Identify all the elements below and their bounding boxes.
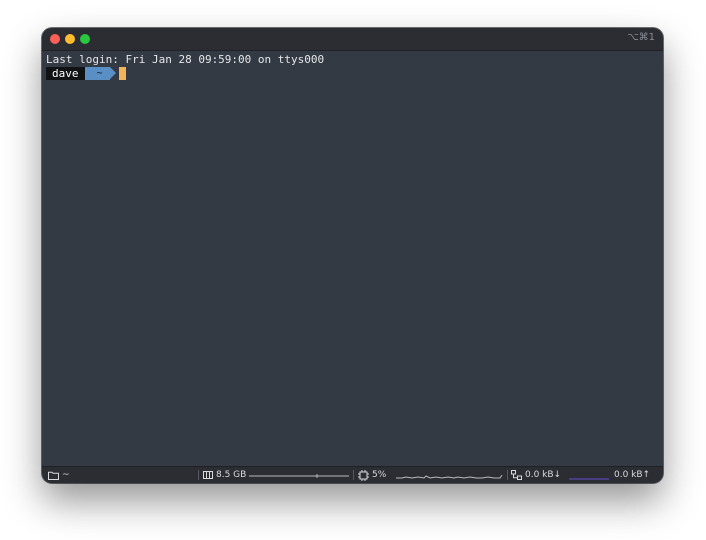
cpu-usage-graph — [396, 474, 503, 479]
status-memory-value: 8.5 GB — [216, 470, 247, 480]
folder-icon — [48, 471, 59, 480]
minimize-window-button[interactable] — [65, 34, 75, 44]
status-cpu-value: 5% — [372, 470, 387, 480]
status-divider — [198, 470, 199, 480]
title-bar[interactable]: ⌥⌘1 — [42, 28, 663, 51]
status-divider — [507, 470, 508, 480]
close-window-button[interactable] — [50, 34, 60, 44]
status-cwd-value: ~ — [62, 470, 70, 480]
prompt-directory-segment: ~ — [84, 67, 116, 80]
status-cwd[interactable]: ~ — [48, 467, 70, 483]
prompt-user-segment: dave — [46, 67, 90, 80]
status-memory[interactable]: 8.5 GB — [203, 467, 246, 483]
text-cursor — [118, 67, 126, 80]
network-usage-graph — [569, 478, 609, 480]
status-network-up-value: 0.0 kB↑ — [614, 470, 651, 480]
terminal-window[interactable]: ⌥⌘1 Last login: Fri Jan 28 09:59:00 on t… — [42, 28, 663, 483]
window-shortcut-label: ⌥⌘1 — [627, 32, 655, 43]
status-network-down[interactable]: 0.0 kB↓ — [511, 467, 561, 483]
cpu-icon — [358, 469, 369, 481]
shell-prompt: dave ~ — [46, 67, 126, 80]
status-divider — [353, 470, 354, 480]
last-login-line: Last login: Fri Jan 28 09:59:00 on ttys0… — [46, 53, 325, 66]
memory-usage-bar — [249, 474, 349, 478]
memory-chip-icon — [203, 471, 213, 479]
status-cpu[interactable]: 5% — [358, 467, 386, 483]
status-network-up[interactable]: 0.0 kB↑ — [614, 467, 650, 483]
status-network-down-value: 0.0 kB↓ — [525, 470, 562, 480]
terminal-session[interactable]: Last login: Fri Jan 28 09:59:00 on ttys0… — [42, 51, 663, 467]
status-bar: ~ 8.5 GB 5% 0.0 kB↓ 0.0 kB↑ — [42, 466, 663, 483]
network-icon — [511, 470, 522, 480]
zoom-window-button[interactable] — [80, 34, 90, 44]
